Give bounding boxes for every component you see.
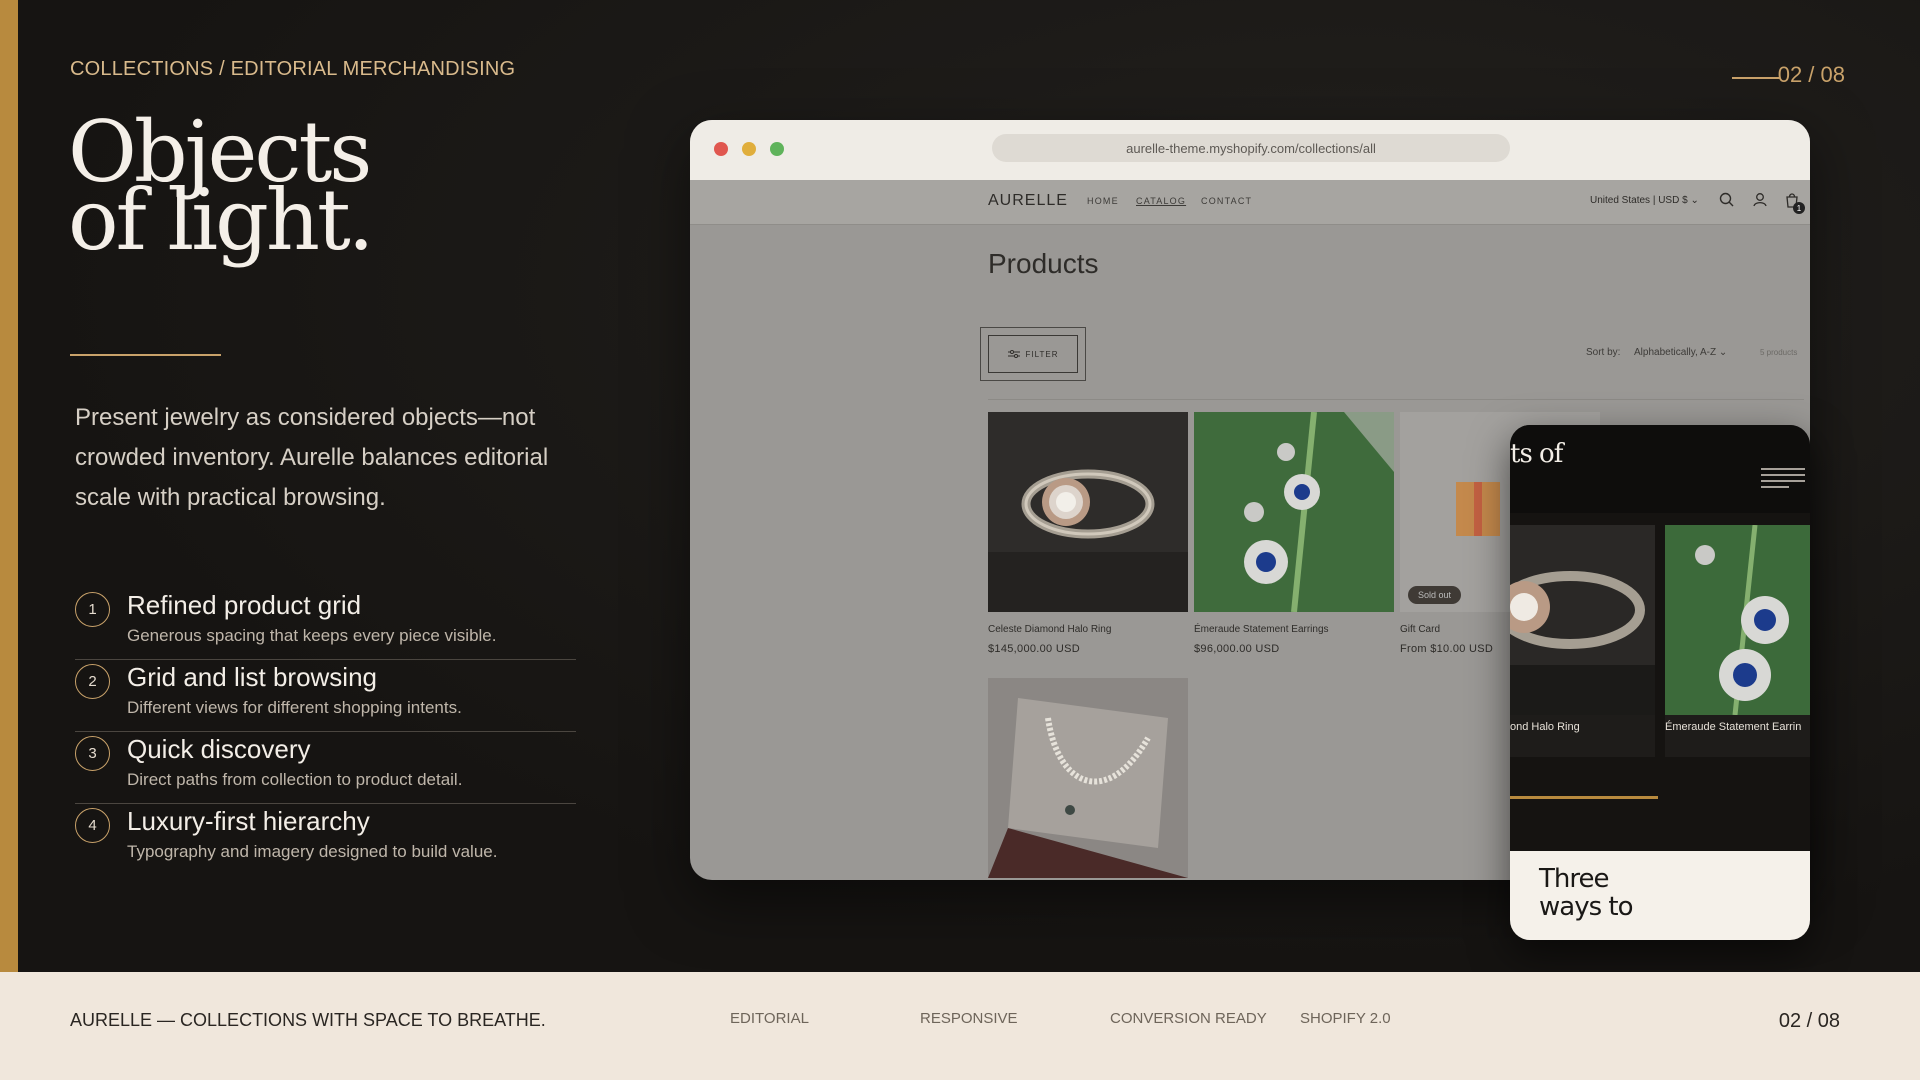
filter-label: FILTER xyxy=(1025,349,1059,359)
phone-section-line-2: ways to xyxy=(1539,892,1633,922)
accent-bar xyxy=(0,0,18,972)
phone-product-name: Émeraude Statement Earrin xyxy=(1665,721,1802,733)
maximize-window-dot[interactable] xyxy=(770,142,784,156)
footer: AURELLE — COLLECTIONS WITH SPACE TO BREA… xyxy=(0,972,1920,1080)
footer-tag: RESPONSIVE xyxy=(920,1010,1018,1027)
feature-number: 1 xyxy=(75,592,110,627)
footer-tag: CONVERSION READY xyxy=(1110,1010,1267,1027)
necklace-image xyxy=(988,678,1188,878)
earrings-image xyxy=(1194,412,1394,612)
feature-title: Grid and list browsing xyxy=(127,662,377,692)
footer-tag: SHOPIFY 2.0 xyxy=(1300,1010,1391,1027)
chevron-down-icon: ⌄ xyxy=(1718,347,1728,358)
product-image[interactable] xyxy=(988,678,1188,878)
feature-title: Quick discovery xyxy=(127,734,311,764)
feature-number: 4 xyxy=(75,808,110,843)
phone-product-image[interactable] xyxy=(1510,525,1655,715)
minimize-window-dot[interactable] xyxy=(742,142,756,156)
feature-item: 3 Quick discovery Direct paths from coll… xyxy=(75,732,576,804)
filter-button[interactable]: FILTER xyxy=(988,335,1078,373)
sold-out-badge: Sold out xyxy=(1408,586,1462,604)
earrings-image xyxy=(1665,525,1810,715)
phone-section: Three ways to xyxy=(1510,851,1810,940)
product-name[interactable]: Celeste Diamond Halo Ring xyxy=(988,624,1188,635)
feature-number: 2 xyxy=(75,664,110,699)
sort-value: Alphabetically, A-Z xyxy=(1634,347,1717,358)
phone-section-line-1: Three xyxy=(1539,864,1609,894)
search-icon[interactable] xyxy=(1717,190,1737,210)
feature-desc: Generous spacing that keeps every piece … xyxy=(127,626,497,645)
product-card[interactable]: Celeste Diamond Halo Ring $145,000.00 US… xyxy=(988,412,1188,655)
divider xyxy=(988,399,1804,400)
feature-list: 1 Refined product grid Generous spacing … xyxy=(75,588,576,876)
phone-meta-text xyxy=(1761,468,1805,488)
nav-catalog[interactable]: CATALOG xyxy=(1136,196,1186,206)
phone-mockup: ts of ond Halo Ring Émeraude Statement E… xyxy=(1510,425,1810,940)
nav-contact[interactable]: CONTACT xyxy=(1201,196,1252,206)
cart-count-badge: 1 xyxy=(1793,202,1805,214)
chevron-down-icon: ⌄ xyxy=(1690,195,1699,206)
page-title: Objects of light. xyxy=(68,110,374,269)
section-kicker: COLLECTIONS / EDITORIAL MERCHANDISING xyxy=(70,58,516,80)
sort-label: Sort by: xyxy=(1586,347,1621,358)
nav-home[interactable]: HOME xyxy=(1087,196,1119,206)
product-card[interactable] xyxy=(988,678,1188,878)
feature-title: Refined product grid xyxy=(127,590,362,620)
product-image[interactable] xyxy=(988,412,1188,612)
footer-tag: EDITORIAL xyxy=(730,1010,809,1027)
feature-title: Luxury-first hierarchy xyxy=(127,806,370,836)
address-bar[interactable]: aurelle-theme.myshopify.com/collections/… xyxy=(992,134,1510,162)
phone-progress-bar xyxy=(1510,796,1658,799)
product-count: 5 products xyxy=(1760,348,1798,357)
headline-line-2: of light. xyxy=(68,171,374,269)
region-selector[interactable]: United States | USD $ ⌄ xyxy=(1590,195,1699,206)
phone-product-card[interactable]: Émeraude Statement Earrin xyxy=(1665,525,1810,757)
page-indicator-line xyxy=(1732,77,1780,79)
ring-image xyxy=(988,412,1188,612)
phone-header: ts of xyxy=(1510,425,1810,513)
feature-item: 4 Luxury-first hierarchy Typography and … xyxy=(75,804,576,876)
page-indicator: 02 / 08 xyxy=(1777,62,1845,87)
feature-item: 1 Refined product grid Generous spacing … xyxy=(75,588,576,660)
phone-product-card[interactable]: ond Halo Ring xyxy=(1510,525,1655,757)
phone-headline: ts of xyxy=(1510,439,1563,469)
collection-title: Products xyxy=(988,248,1099,279)
feature-number: 3 xyxy=(75,736,110,771)
feature-item: 2 Grid and list browsing Different views… xyxy=(75,660,576,732)
feature-desc: Different views for different shopping i… xyxy=(127,698,462,717)
account-icon[interactable] xyxy=(1750,190,1770,210)
store-header: AURELLE HOME CATALOG CONTACT United Stat… xyxy=(690,180,1810,225)
close-window-dot[interactable] xyxy=(714,142,728,156)
feature-desc: Direct paths from collection to product … xyxy=(127,770,463,789)
product-image[interactable] xyxy=(1194,412,1394,612)
footer-title: AURELLE — COLLECTIONS WITH SPACE TO BREA… xyxy=(70,1010,546,1030)
region-label: United States | USD $ xyxy=(1590,195,1688,206)
product-name[interactable]: Émeraude Statement Earrings xyxy=(1194,624,1394,635)
store-logo[interactable]: AURELLE xyxy=(988,192,1068,210)
feature-desc: Typography and imagery designed to build… xyxy=(127,842,498,861)
divider xyxy=(70,354,221,356)
browser-chrome: aurelle-theme.myshopify.com/collections/… xyxy=(690,120,1810,180)
lede-paragraph: Present jewelry as considered objects—no… xyxy=(75,404,549,511)
footer-page-number: 02 / 08 xyxy=(1778,1010,1840,1032)
product-price: $96,000.00 USD xyxy=(1194,643,1280,655)
filter-icon xyxy=(1007,350,1020,358)
ring-image xyxy=(1510,525,1655,715)
sort-select[interactable]: Alphabetically, A-Z ⌄ xyxy=(1634,347,1727,358)
product-price: $145,000.00 USD xyxy=(988,643,1080,655)
phone-section-heading: Three ways to xyxy=(1539,865,1633,921)
product-card[interactable]: Émeraude Statement Earrings $96,000.00 U… xyxy=(1194,412,1394,655)
phone-product-image[interactable] xyxy=(1665,525,1810,715)
phone-product-name: ond Halo Ring xyxy=(1510,721,1580,733)
